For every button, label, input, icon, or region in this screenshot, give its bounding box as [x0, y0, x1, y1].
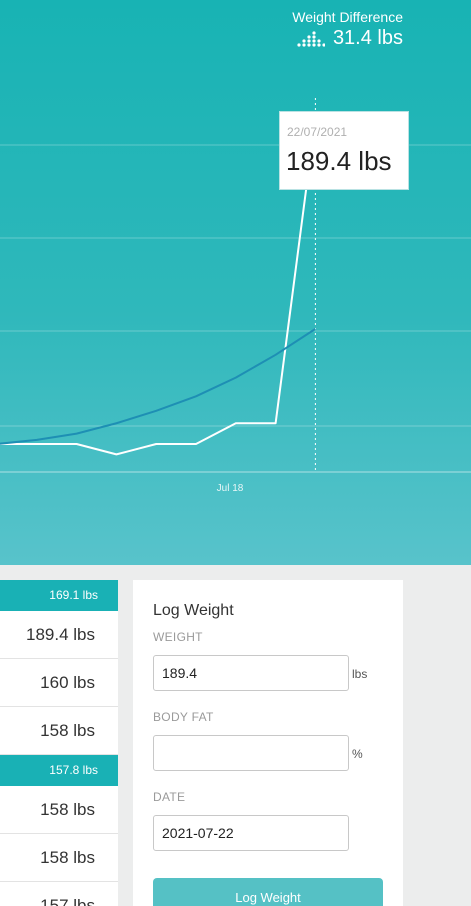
chart-tooltip: 22/07/2021 189.4 lbs	[279, 111, 409, 190]
weight-chart-panel: Weight Difference 31.4 lbs 22/07/2021 18…	[0, 0, 471, 565]
date-label: DATE	[153, 790, 186, 804]
trend-series-line	[0, 328, 316, 445]
weight-entry[interactable]: 158 lbs	[0, 707, 118, 755]
group-average-header: 157.8 lbs	[0, 755, 118, 786]
weight-unit: lbs	[352, 667, 368, 681]
date-input[interactable]	[153, 815, 349, 851]
log-weight-button[interactable]: Log Weight	[153, 878, 383, 906]
weight-label: WEIGHT	[153, 630, 203, 644]
weight-line-chart	[0, 98, 471, 473]
group-average-header: 169.1 lbs	[0, 580, 118, 611]
weight-entry[interactable]: 160 lbs	[0, 659, 118, 707]
weight-series-line	[0, 118, 317, 456]
card-title: Log Weight	[153, 602, 234, 619]
weight-entry[interactable]: 158 lbs	[0, 834, 118, 882]
body-fat-input[interactable]	[153, 735, 349, 771]
body-fat-label: BODY FAT	[153, 710, 214, 724]
weight-input[interactable]	[153, 655, 349, 691]
tooltip-date: 22/07/2021	[287, 125, 348, 139]
log-weight-card: Log Weight WEIGHT lbs BODY FAT % DATE Lo…	[133, 580, 403, 906]
x-tick-label: Jul 18	[216, 483, 244, 494]
tooltip-value: 189.4 lbs	[286, 146, 392, 176]
weight-entry[interactable]: 158 lbs	[0, 786, 118, 834]
weight-entry[interactable]: 157 lbs	[0, 882, 118, 906]
body-fat-unit: %	[352, 747, 363, 761]
weight-entry[interactable]: 189.4 lbs	[0, 611, 118, 659]
weight-history-list: 169.1 lbs 189.4 lbs 160 lbs 158 lbs 157.…	[0, 580, 118, 906]
